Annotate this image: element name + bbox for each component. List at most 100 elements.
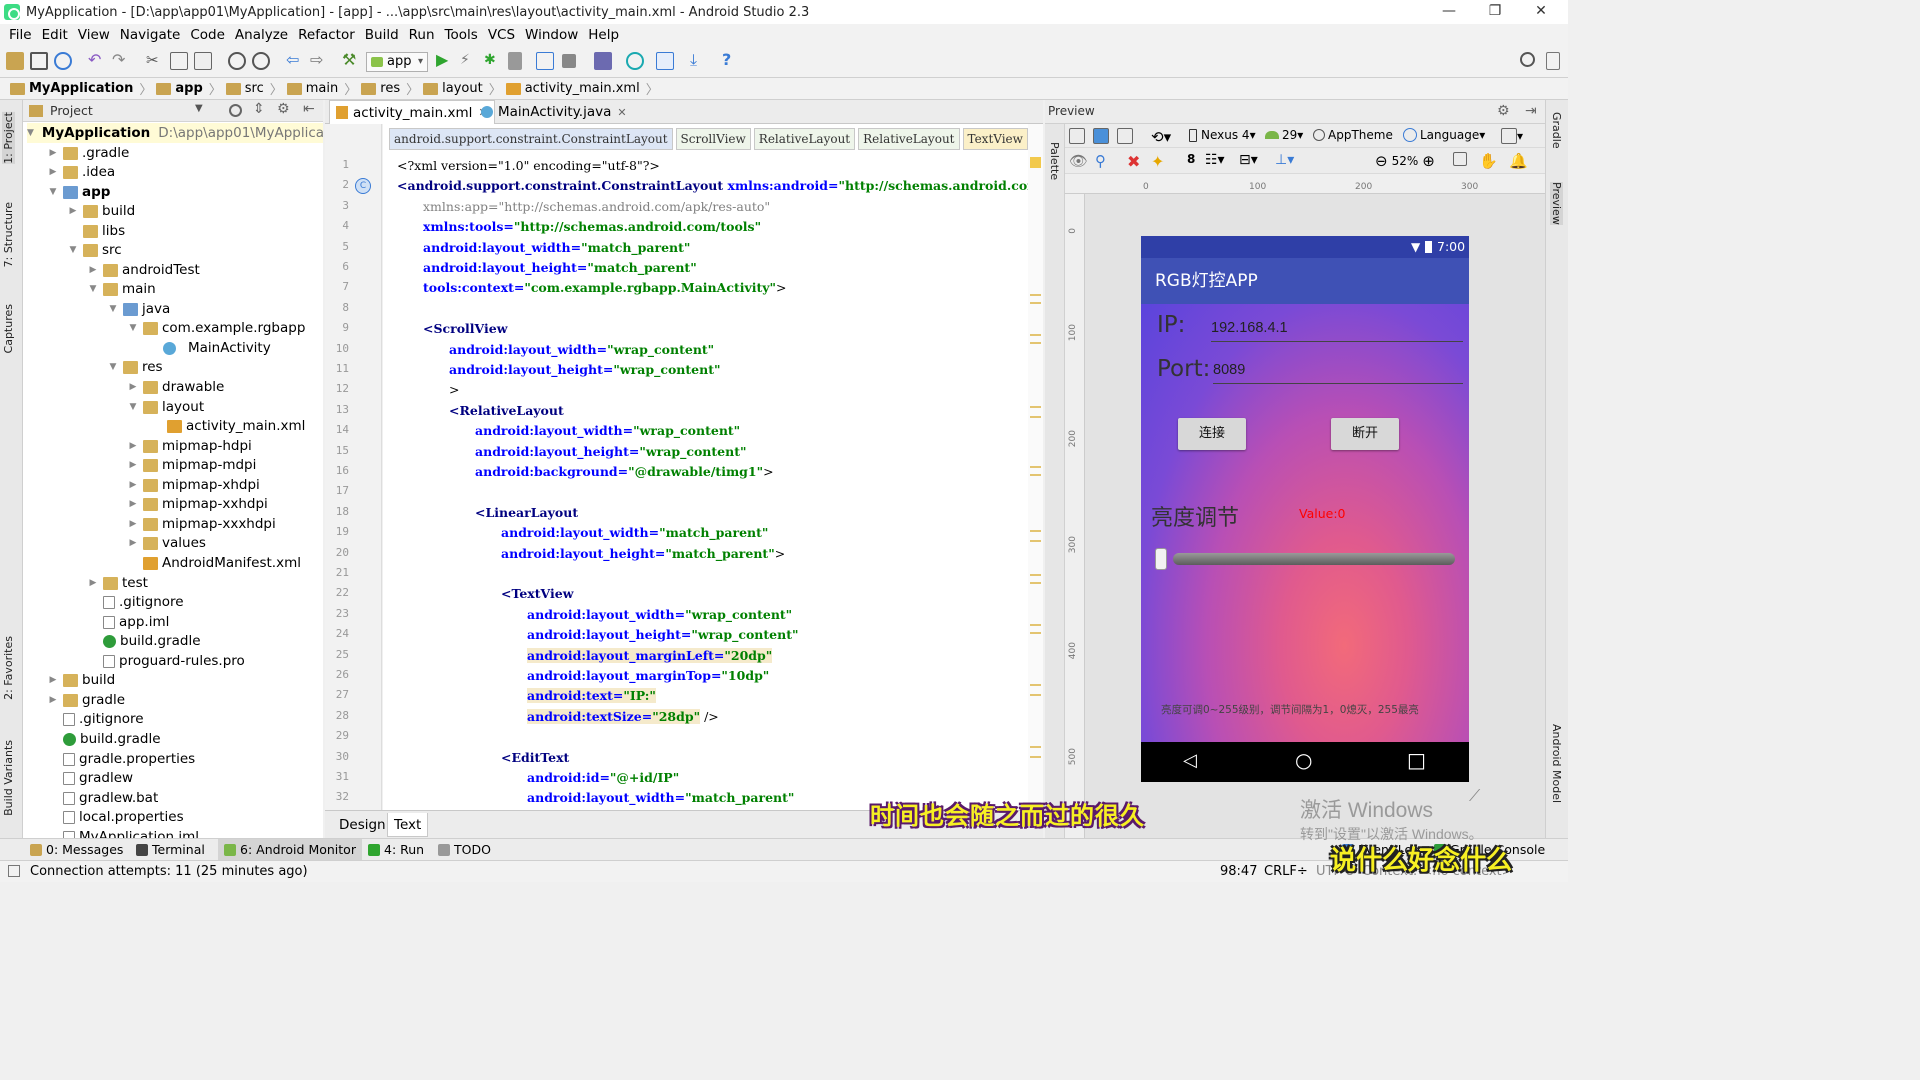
stop-icon[interactable] <box>562 54 576 68</box>
run-config-select[interactable]: app <box>366 52 428 72</box>
menu-view[interactable]: View <box>73 27 115 43</box>
tree-item-libs[interactable]: libs <box>67 221 125 241</box>
menu-analyze[interactable]: Analyze <box>230 27 293 43</box>
home-nav-icon[interactable]: ○ <box>1295 748 1312 772</box>
component-constraintlayout[interactable]: android.support.constraint.ConstraintLay… <box>389 128 673 150</box>
tree-item-mipmap-mdpi[interactable]: ▶ mipmap-mdpi <box>127 455 257 475</box>
component-scrollview[interactable]: ScrollView <box>675 128 751 150</box>
infer-constraints-icon[interactable]: ✦ <box>1151 152 1164 171</box>
device-select[interactable]: Nexus 4 ▾ <box>1189 128 1256 142</box>
tab-design[interactable]: Design <box>333 813 392 837</box>
hide-panel-icon[interactable]: ⇥ <box>1525 103 1537 119</box>
pack-icon[interactable]: ☷▾ <box>1205 152 1225 168</box>
tree-item-mipmap-xhdpi[interactable]: ▶ mipmap-xhdpi <box>127 475 260 495</box>
tree-item-res[interactable]: ▼ res <box>107 357 163 377</box>
tab-activity-main[interactable]: activity_main.xml✕ <box>329 100 495 124</box>
debug-icon[interactable]: ✱ <box>484 52 502 70</box>
menu-vcs[interactable]: VCS <box>483 27 520 43</box>
close-window-button[interactable]: ✕ <box>1518 0 1564 24</box>
avd-manager-icon[interactable] <box>594 52 612 70</box>
default-margin[interactable]: 8 <box>1187 152 1195 166</box>
blueprint-icon[interactable] <box>1093 128 1109 144</box>
crumb-myapplication[interactable]: MyApplication 〉 <box>10 79 152 98</box>
tab-mainactivity-java[interactable]: MainActivity.java ✕ <box>475 100 633 124</box>
copy-icon[interactable] <box>170 52 188 70</box>
tree-item-test[interactable]: ▶ test <box>87 573 148 593</box>
brightness-seekbar[interactable] <box>1155 548 1455 570</box>
project-structure-icon[interactable] <box>656 52 674 70</box>
line-separator[interactable]: CRLF÷ <box>1264 864 1308 879</box>
menu-edit[interactable]: Edit <box>37 27 73 43</box>
component-relativelayout-2[interactable]: RelativeLayout <box>858 128 960 150</box>
build-variants-tool-tab[interactable]: Build Variants <box>2 740 15 816</box>
tree-item-build[interactable]: ▶ build <box>67 201 136 221</box>
zoom-out-icon[interactable]: ⊖ <box>1375 152 1388 170</box>
menu-help[interactable]: Help <box>583 27 624 43</box>
seekbar-thumb[interactable] <box>1155 548 1167 570</box>
tree-item-myapplication-iml[interactable]: MyApplication.iml <box>47 827 199 838</box>
orientation-icon[interactable]: ⟲▾ <box>1151 128 1171 146</box>
profile-icon[interactable] <box>508 52 522 70</box>
tree-item-gradle-dir[interactable]: ▶ .gradle <box>47 143 130 163</box>
gear-icon[interactable]: ⚙ <box>1497 103 1510 119</box>
language-select[interactable]: Language ▾ <box>1403 128 1485 142</box>
tree-item-local-properties[interactable]: local.properties <box>47 807 184 827</box>
tree-item-mipmap-xxhdpi[interactable]: ▶ mipmap-xxhdpi <box>127 494 268 514</box>
class-gutter-icon[interactable]: C <box>355 178 371 194</box>
menu-navigate[interactable]: Navigate <box>115 27 186 43</box>
tree-item-idea[interactable]: ▶ .idea <box>47 162 116 182</box>
close-tab-icon[interactable]: ✕ <box>617 106 626 119</box>
open-folder-icon[interactable] <box>6 52 24 70</box>
warnings-bell-icon[interactable]: 🔔 <box>1509 152 1528 170</box>
menu-run[interactable]: Run <box>404 27 440 43</box>
tree-item-root-build-gradle[interactable]: build.gradle <box>47 729 161 749</box>
crumb-app[interactable]: app 〉 <box>156 79 222 98</box>
tree-item-build-gradle[interactable]: build.gradle <box>87 631 201 651</box>
menu-refactor[interactable]: Refactor <box>293 27 360 43</box>
component-relativelayout[interactable]: RelativeLayout <box>753 128 856 150</box>
project-tool-tab[interactable]: 1: Project <box>2 112 15 164</box>
apply-changes-icon[interactable]: ⚡ <box>460 52 478 70</box>
tab-text[interactable]: Text <box>387 813 429 837</box>
gear-icon[interactable]: ⚙ <box>277 101 290 117</box>
warning-indicator-icon[interactable] <box>1030 157 1041 168</box>
sdk-manager-icon[interactable]: ⤓ <box>690 52 708 70</box>
tree-item-androidtest[interactable]: ▶ androidTest <box>87 260 200 280</box>
tree-item-gradle-properties[interactable]: gradle.properties <box>47 749 195 769</box>
tree-item-gradle[interactable]: ▶ gradle <box>47 690 126 710</box>
captures-tool-tab[interactable]: Captures <box>2 304 15 353</box>
tree-item-app[interactable]: ▼ app <box>47 182 111 202</box>
tree-item-gitignore[interactable]: .gitignore <box>87 592 184 612</box>
menu-build[interactable]: Build <box>360 27 404 43</box>
ip-input[interactable]: 192.168.4.1 <box>1211 320 1463 342</box>
redo-icon[interactable]: ↷ <box>112 52 130 70</box>
tree-item-root-build[interactable]: ▶ build <box>47 670 116 690</box>
crumb-activity-main[interactable]: activity_main.xml 〉 <box>505 79 659 98</box>
tree-item-mipmap-xxxhdpi[interactable]: ▶ mipmap-xxxhdpi <box>127 514 276 534</box>
tree-item-activity-main[interactable]: activity_main.xml <box>167 416 305 436</box>
design-surface-icon[interactable] <box>1069 128 1085 144</box>
connect-button[interactable]: 连接 <box>1178 418 1246 450</box>
make-project-icon[interactable]: ⚒ <box>342 52 360 70</box>
preview-tool-tab[interactable]: Preview <box>1550 182 1563 225</box>
zoom-to-fit-icon[interactable] <box>1453 152 1467 166</box>
collapse-all-icon[interactable]: ⇕ <box>253 101 265 117</box>
tree-item-gradlew-bat[interactable]: gradlew.bat <box>47 788 158 808</box>
tree-item-package[interactable]: ▼ com.example.rgbapp <box>127 318 306 338</box>
sync-gradle-icon[interactable] <box>626 52 644 70</box>
sync-icon[interactable] <box>54 52 72 70</box>
tree-item-drawable[interactable]: ▶ drawable <box>127 377 225 397</box>
replace-icon[interactable] <box>252 52 270 70</box>
crumb-main[interactable]: main 〉 <box>286 79 357 98</box>
tree-item-src[interactable]: ▼ src <box>67 240 122 260</box>
tab-run[interactable]: 4: Run <box>362 839 430 861</box>
tree-item-myapplication[interactable]: ▼ MyApplication D:\app\app01\MyApplicati <box>27 123 323 143</box>
undo-icon[interactable]: ↶ <box>88 52 106 70</box>
minimize-button[interactable]: — <box>1426 0 1472 24</box>
pan-icon[interactable]: ✋ <box>1479 152 1498 170</box>
menu-window[interactable]: Window <box>520 27 583 43</box>
crumb-res[interactable]: res 〉 <box>361 79 419 98</box>
tree-item-root-gitignore[interactable]: .gitignore <box>47 709 144 729</box>
port-input[interactable]: 8089 <box>1213 362 1463 384</box>
phone-preview[interactable]: ▼ 7:00 RGB灯控APP IP: 192.168.4.1 Port: 80… <box>1141 236 1469 782</box>
